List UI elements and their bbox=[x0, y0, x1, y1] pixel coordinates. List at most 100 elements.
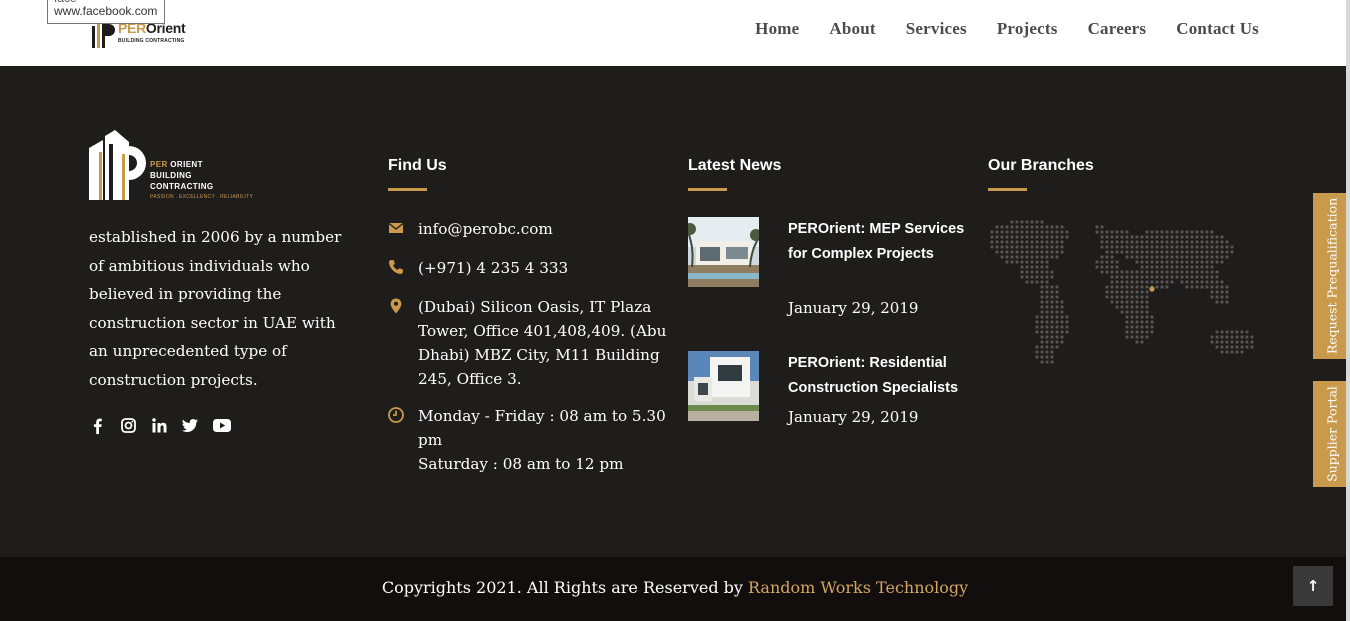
map-dot bbox=[1180, 265, 1184, 269]
facebook-icon[interactable] bbox=[89, 418, 105, 434]
page-scrollbar[interactable] bbox=[1346, 0, 1350, 621]
map-dot bbox=[1060, 240, 1064, 244]
map-dot bbox=[1170, 230, 1174, 234]
map-dot bbox=[1040, 355, 1044, 359]
supplier-portal-label: Supplier Portal bbox=[1324, 386, 1339, 482]
map-dot bbox=[1030, 280, 1034, 284]
map-dot bbox=[1110, 280, 1114, 284]
map-dot bbox=[1140, 260, 1144, 264]
map-dot bbox=[1040, 320, 1044, 324]
map-dot bbox=[1035, 235, 1039, 239]
linkedin-icon[interactable] bbox=[151, 418, 167, 434]
map-dot bbox=[1170, 245, 1174, 249]
news-date: January 29, 2019 bbox=[788, 299, 919, 317]
map-dot bbox=[1045, 275, 1049, 279]
map-dot bbox=[1195, 230, 1199, 234]
request-prequalification-tab[interactable]: Request Prequalification bbox=[1313, 193, 1350, 359]
map-dot bbox=[1125, 235, 1129, 239]
map-dot bbox=[1050, 240, 1054, 244]
map-dot bbox=[1195, 265, 1199, 269]
map-dot bbox=[1140, 315, 1144, 319]
map-dot bbox=[990, 245, 994, 249]
nav-services[interactable]: Services bbox=[906, 19, 967, 39]
news-thumbnail[interactable] bbox=[688, 351, 759, 421]
map-dot bbox=[1050, 300, 1054, 304]
map-dot bbox=[1215, 240, 1219, 244]
map-dot bbox=[1175, 240, 1179, 244]
news-item[interactable]: PEROrient: MEP Services for Complex Proj… bbox=[688, 217, 968, 351]
map-dot bbox=[1135, 335, 1139, 339]
supplier-portal-tab[interactable]: Supplier Portal bbox=[1313, 381, 1350, 487]
map-dot bbox=[1180, 240, 1184, 244]
footer-logo-tagline: PASSION . EXCELLENCY . RELIABILITY bbox=[150, 194, 254, 200]
map-dot bbox=[1180, 260, 1184, 264]
map-dot bbox=[1020, 250, 1024, 254]
map-dot bbox=[1220, 345, 1224, 349]
phone-icon bbox=[388, 258, 404, 274]
map-dot bbox=[990, 230, 994, 234]
map-dot bbox=[1035, 240, 1039, 244]
map-dot bbox=[1150, 240, 1154, 244]
map-dot bbox=[1210, 340, 1214, 344]
map-dot bbox=[1140, 265, 1144, 269]
map-dot bbox=[1210, 295, 1214, 299]
map-dot bbox=[1240, 350, 1244, 354]
company-link[interactable]: Random Works Technology bbox=[748, 578, 968, 597]
contact-phone[interactable]: (+971) 4 235 4 333 bbox=[418, 259, 568, 277]
map-dot bbox=[1175, 265, 1179, 269]
map-dot bbox=[1040, 330, 1044, 334]
map-dot bbox=[1015, 230, 1019, 234]
map-dot bbox=[1200, 260, 1204, 264]
map-dot bbox=[1105, 295, 1109, 299]
map-dot bbox=[1145, 280, 1149, 284]
footer-logo[interactable]: PER ORIENT BUILDING CONTRACTING PASSION … bbox=[89, 130, 269, 205]
map-dot bbox=[1140, 250, 1144, 254]
map-dot bbox=[1215, 255, 1219, 259]
news-item[interactable]: PEROrient: Residential Construction Spec… bbox=[688, 351, 968, 485]
map-dot bbox=[1135, 290, 1139, 294]
contact-hours-saturday: Saturday : 08 am to 12 pm bbox=[418, 455, 624, 473]
map-dot bbox=[1010, 260, 1014, 264]
youtube-icon[interactable] bbox=[213, 418, 231, 434]
map-dot bbox=[1060, 305, 1064, 309]
map-dot bbox=[1160, 270, 1164, 274]
map-dot bbox=[1125, 315, 1129, 319]
nav-careers[interactable]: Careers bbox=[1088, 19, 1147, 39]
map-dot bbox=[1105, 285, 1109, 289]
nav-projects[interactable]: Projects bbox=[997, 19, 1058, 39]
nav-home[interactable]: Home bbox=[755, 19, 799, 39]
map-dot bbox=[1205, 230, 1209, 234]
map-dot bbox=[1145, 245, 1149, 249]
map-dot bbox=[1045, 325, 1049, 329]
map-dot bbox=[1110, 300, 1114, 304]
news-title[interactable]: PEROrient: Residential Construction Spec… bbox=[788, 351, 968, 401]
nav-contact-us[interactable]: Contact Us bbox=[1176, 19, 1259, 39]
news-thumbnail[interactable] bbox=[688, 217, 759, 287]
map-dot bbox=[1145, 235, 1149, 239]
map-dot bbox=[1125, 295, 1129, 299]
map-dot bbox=[1235, 330, 1239, 334]
map-dot bbox=[1030, 225, 1034, 229]
map-dot bbox=[1160, 245, 1164, 249]
map-dot bbox=[1125, 240, 1129, 244]
contact-email[interactable]: info@perobc.com bbox=[418, 220, 553, 238]
map-dot bbox=[1145, 265, 1149, 269]
header-logo-subtitle: BUILDING CONTRACTING bbox=[118, 38, 185, 44]
map-dot bbox=[1170, 235, 1174, 239]
map-dot bbox=[1110, 265, 1114, 269]
map-dot bbox=[1040, 265, 1044, 269]
map-dot bbox=[1140, 280, 1144, 284]
twitter-icon[interactable] bbox=[182, 418, 198, 434]
instagram-icon[interactable] bbox=[120, 418, 136, 434]
map-dot bbox=[1190, 265, 1194, 269]
map-dot bbox=[1105, 240, 1109, 244]
back-to-top-button[interactable]: ↑ bbox=[1293, 566, 1333, 606]
map-dot bbox=[1035, 320, 1039, 324]
nav-about[interactable]: About bbox=[829, 19, 875, 39]
news-title[interactable]: PEROrient: MEP Services for Complex Proj… bbox=[788, 217, 968, 267]
map-dot bbox=[1145, 285, 1149, 289]
map-dot bbox=[1250, 345, 1254, 349]
map-dot bbox=[1010, 240, 1014, 244]
map-dot bbox=[1065, 325, 1069, 329]
map-dot bbox=[1035, 265, 1039, 269]
